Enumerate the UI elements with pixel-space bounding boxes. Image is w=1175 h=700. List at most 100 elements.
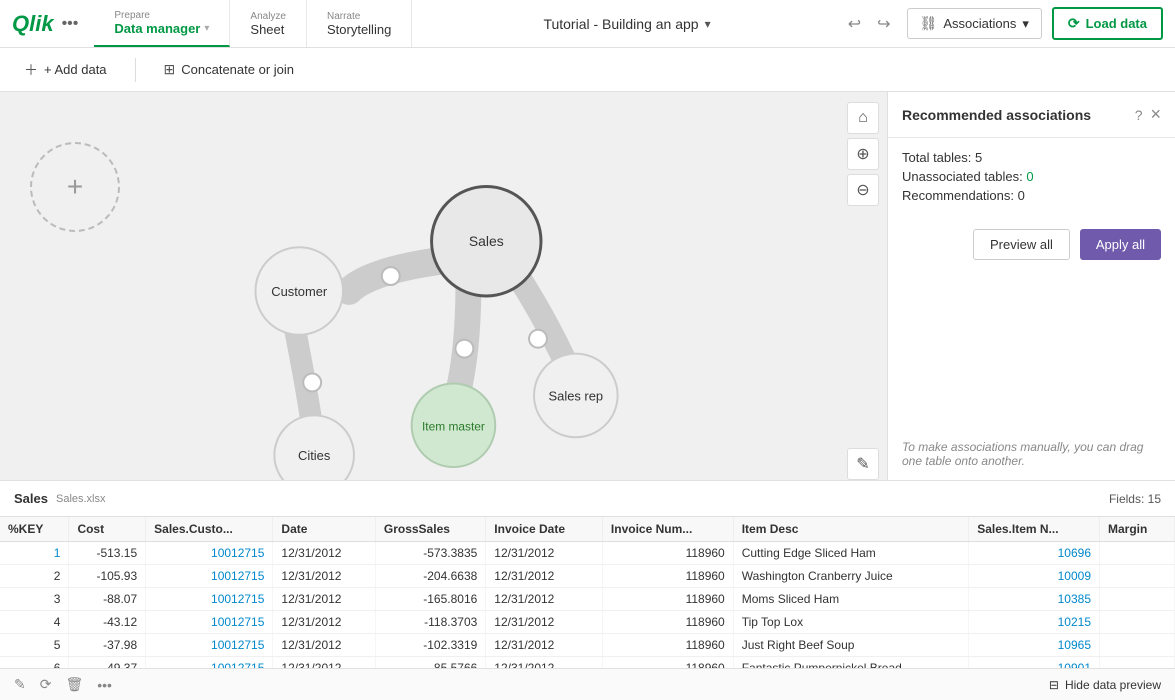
- app-title: Tutorial - Building an app: [543, 16, 698, 32]
- panel-hint: To make associations manually, you can d…: [888, 428, 1175, 480]
- nav-tab-label-sheet: Sheet: [250, 22, 286, 37]
- col-custo: Sales.Custo...: [146, 517, 273, 542]
- panel-stats: Total tables: 5 Unassociated tables: 0 R…: [888, 138, 1175, 219]
- canvas-zoom-in-button[interactable]: ⊕: [847, 138, 879, 170]
- apply-all-button[interactable]: Apply all: [1080, 229, 1161, 260]
- panel-title: Recommended associations: [902, 107, 1091, 123]
- cell-itemn-4: 10215: [969, 611, 1100, 634]
- edge-dot-sales-customer: [382, 267, 400, 285]
- cell-itemn-1: 10696: [969, 542, 1100, 565]
- col-item-desc: Item Desc: [733, 517, 968, 542]
- delete-table-button[interactable]: 🗑: [65, 676, 83, 693]
- preview-file-name: Sales.xlsx: [56, 493, 106, 505]
- logo-menu-dots[interactable]: •••: [62, 15, 79, 33]
- redo-button[interactable]: ↪: [871, 10, 896, 38]
- table-row: 6 -49.37 10012715 12/31/2012 -85.5766 12…: [0, 657, 1175, 669]
- associations-icon: ⛓: [920, 15, 938, 32]
- associations-button[interactable]: ⛓ Associations ▾: [907, 8, 1042, 39]
- add-data-icon: ＋: [24, 60, 38, 80]
- data-preview: Sales Sales.xlsx Fields: 15 %KEY Cost Sa…: [0, 480, 1175, 700]
- more-options-button[interactable]: •••: [97, 677, 112, 693]
- nav-tab-label-storytelling: Storytelling: [327, 22, 391, 37]
- stat-recom-label: Recommendations:: [902, 188, 1014, 203]
- cell-desc-1: Cutting Edge Sliced Ham: [733, 542, 968, 565]
- cell-cost-2: -105.93: [69, 565, 146, 588]
- col-gross: GrossSales: [375, 517, 485, 542]
- cell-cost-4: -43.12: [69, 611, 146, 634]
- cell-desc-5: Just Right Beef Soup: [733, 634, 968, 657]
- concat-icon: ⊞: [164, 61, 176, 78]
- node-customer-label: Customer: [271, 284, 328, 299]
- footer-icons: ✎ ⟳ 🗑 •••: [14, 676, 112, 693]
- toolbar: ＋ + Add data ⊞ Concatenate or join: [0, 48, 1175, 92]
- cell-date-2: 12/31/2012: [273, 565, 375, 588]
- cell-itemn-3: 10385: [969, 588, 1100, 611]
- canvas-controls: ⌂ ⊕ ⊖ ✎: [839, 92, 887, 480]
- preview-table-body: 1 -513.15 10012715 12/31/2012 -573.3835 …: [0, 542, 1175, 669]
- node-sales-label: Sales: [469, 233, 504, 249]
- stat-total-tables: Total tables: 5: [902, 150, 1161, 165]
- cell-custo-3: 10012715: [146, 588, 273, 611]
- zoom-out-icon: ⊖: [856, 180, 869, 200]
- table-row: 1 -513.15 10012715 12/31/2012 -573.3835 …: [0, 542, 1175, 565]
- cell-custo-2: 10012715: [146, 565, 273, 588]
- home-icon: ⌂: [858, 109, 868, 127]
- hide-preview-button[interactable]: ⊟ Hide data preview: [1049, 678, 1161, 692]
- stat-unassociated: Unassociated tables: 0: [902, 169, 1161, 184]
- stat-unassoc-val: 0: [1026, 169, 1033, 184]
- load-data-label: Load data: [1086, 16, 1147, 31]
- hide-preview-icon: ⊟: [1049, 678, 1059, 692]
- cell-invdate-6: 12/31/2012: [486, 657, 603, 669]
- canvas-area[interactable]: + Sales Customer Item maste: [0, 92, 887, 480]
- concatenate-join-button[interactable]: ⊞ Concatenate or join: [156, 57, 302, 82]
- panel-close-button[interactable]: ×: [1150, 104, 1161, 125]
- load-data-button[interactable]: ⟳ Load data: [1052, 7, 1163, 40]
- canvas-edit-button[interactable]: ✎: [847, 448, 879, 480]
- preview-fields: Fields: 15: [1109, 492, 1161, 506]
- col-inv-num: Invoice Num...: [602, 517, 733, 542]
- concat-label: Concatenate or join: [181, 62, 294, 77]
- nav-tab-data-manager[interactable]: Prepare Data manager ▾: [94, 0, 230, 47]
- cell-invdate-1: 12/31/2012: [486, 542, 603, 565]
- cell-date-5: 12/31/2012: [273, 634, 375, 657]
- cell-custo-5: 10012715: [146, 634, 273, 657]
- cell-invdate-2: 12/31/2012: [486, 565, 603, 588]
- cell-key-1: 1: [0, 542, 69, 565]
- cell-invnum-6: 118960: [602, 657, 733, 669]
- preview-header: Sales Sales.xlsx Fields: 15: [0, 481, 1175, 517]
- panel-spacer: [888, 270, 1175, 428]
- cell-invdate-5: 12/31/2012: [486, 634, 603, 657]
- node-cities-label: Cities: [298, 448, 330, 463]
- cell-gross-6: -85.5766: [375, 657, 485, 669]
- refresh-table-button[interactable]: ⟳: [40, 676, 52, 693]
- cell-key-3: 3: [0, 588, 69, 611]
- nav-tab-sheet[interactable]: Analyze Sheet: [230, 0, 307, 47]
- cell-gross-3: -165.8016: [375, 588, 485, 611]
- canvas-zoom-out-button[interactable]: ⊖: [847, 174, 879, 206]
- cell-cost-1: -513.15: [69, 542, 146, 565]
- undo-button[interactable]: ↩: [842, 10, 867, 38]
- edit-table-button[interactable]: ✎: [14, 676, 26, 693]
- stat-total-tables-val: 5: [975, 150, 982, 165]
- nav-tab-section-analyze: Analyze: [250, 11, 286, 22]
- panel-help-button[interactable]: ?: [1135, 107, 1143, 123]
- preview-table-wrap[interactable]: %KEY Cost Sales.Custo... Date GrossSales…: [0, 517, 1175, 668]
- undo-redo-group: ↩ ↪: [842, 10, 897, 38]
- cell-custo-1: 10012715: [146, 542, 273, 565]
- associations-label: Associations: [943, 16, 1016, 31]
- node-sales-rep-label: Sales rep: [549, 388, 604, 403]
- add-data-button[interactable]: ＋ + Add data: [16, 56, 115, 84]
- cell-invdate-4: 12/31/2012: [486, 611, 603, 634]
- qlik-logo: Qlik: [12, 11, 54, 37]
- cell-desc-6: Fantastic Pumpernickel Bread: [733, 657, 968, 669]
- nav-tab-dropdown-arrow[interactable]: ▾: [204, 23, 209, 34]
- nav-tab-storytelling[interactable]: Narrate Storytelling: [307, 0, 412, 47]
- app-title-chevron: ▾: [705, 17, 711, 31]
- cell-margin-5: [1100, 634, 1175, 657]
- cell-date-4: 12/31/2012: [273, 611, 375, 634]
- canvas-home-button[interactable]: ⌂: [847, 102, 879, 134]
- preview-all-button[interactable]: Preview all: [973, 229, 1070, 260]
- load-data-icon: ⟳: [1068, 15, 1080, 32]
- col-item-n: Sales.Item N...: [969, 517, 1100, 542]
- app-title-area[interactable]: Tutorial - Building an app ▾: [412, 16, 841, 32]
